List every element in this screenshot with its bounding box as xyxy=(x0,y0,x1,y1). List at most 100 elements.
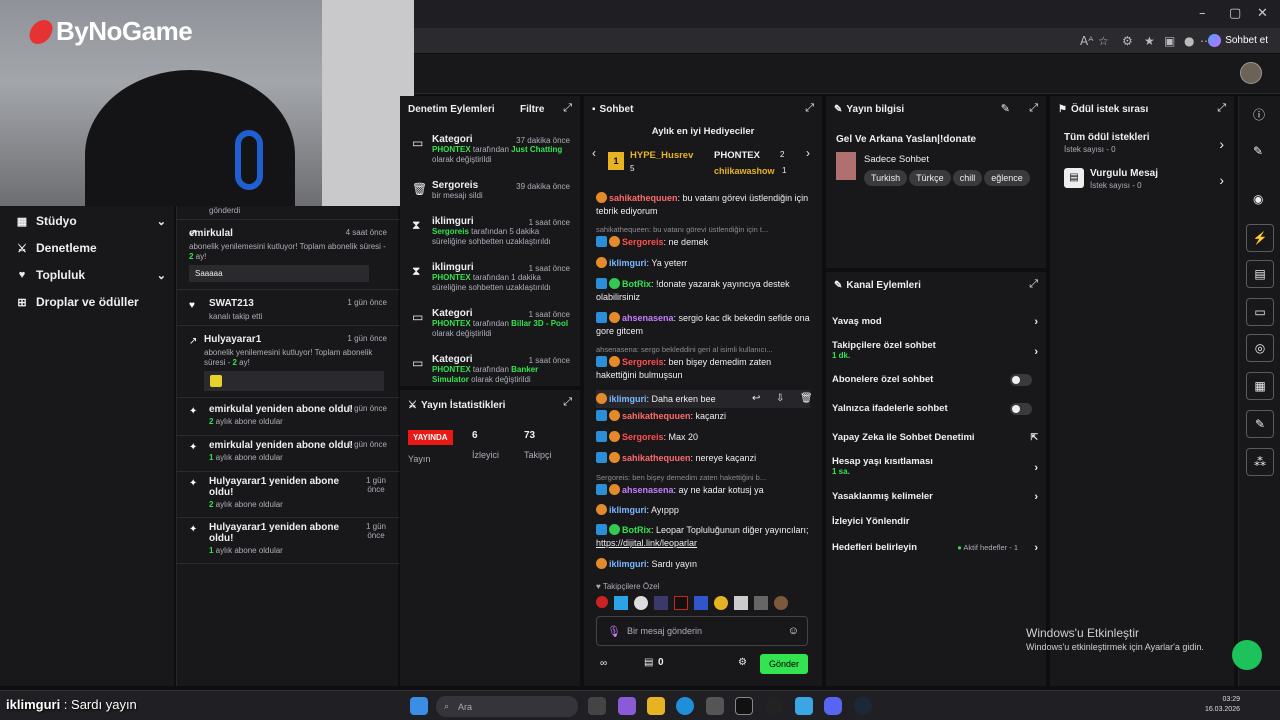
favorite-icon[interactable]: ☆ xyxy=(1098,34,1109,48)
steam-icon[interactable] xyxy=(854,697,872,715)
chat-message[interactable]: Sergoreis: ne demek xyxy=(596,236,810,249)
chat-message[interactable]: ahsenasena: ay ne kadar kotusj ya xyxy=(596,484,810,497)
account-age-item[interactable]: Hesap yaşı kısıtlaması 1 sa. › xyxy=(832,456,1040,476)
taskbar-search[interactable]: ⌕ Ara xyxy=(436,696,578,717)
emote-icon[interactable] xyxy=(654,596,668,610)
sidebar-item-drops[interactable]: ⊞ Droplar ve ödüller xyxy=(16,295,166,309)
infinity-icon[interactable]: ∞ xyxy=(600,658,607,669)
windows-start-icon[interactable] xyxy=(410,697,428,715)
emote-only-toggle[interactable] xyxy=(1010,403,1032,415)
chat-message[interactable]: iklimguri: Ayıppp xyxy=(596,504,810,517)
community-icon[interactable]: ⁂ xyxy=(1246,448,1274,476)
chat-message[interactable]: sahikathequuen: kaçanzi xyxy=(596,410,810,423)
chat-message[interactable]: BotRix: Leopar Topluluğunun diğer yayınc… xyxy=(596,524,810,550)
document-icon[interactable]: ▤ xyxy=(1246,260,1274,288)
delete-icon[interactable]: 🗑 xyxy=(800,390,813,408)
chat-message-hovered[interactable]: iklimguri: Daha erken bee ↩ ⇩ 🗑 xyxy=(596,390,813,408)
chat-message[interactable]: BotRix: !donate yazarak yayıncıya destek… xyxy=(596,278,810,304)
popout-icon[interactable]: ⤢ xyxy=(1217,102,1226,115)
address-bar[interactable]: Aᴬ ☆ ⚙ ★ ▣ ● ⋯ Sohbet et xyxy=(414,28,1280,54)
copilot-button[interactable]: Sohbet et xyxy=(1208,34,1268,47)
tag[interactable]: Turkish xyxy=(864,170,908,186)
goals-item[interactable]: Hedefleri belirleyin ● Aktif hedefler - … xyxy=(832,542,1040,554)
collections-icon[interactable]: ▣ xyxy=(1164,34,1175,48)
close-icon[interactable]: ✕ xyxy=(1257,6,1268,21)
app-icon[interactable] xyxy=(795,697,813,715)
list-item[interactable]: ↗ Hulyayarar1 1 gün önce abonelik yenile… xyxy=(177,328,399,398)
chat-message[interactable]: ahsenasena: sergio kac dk bekedin sefide… xyxy=(596,312,810,338)
followers-only-item[interactable]: Takipçilere özel sohbet 1 dk. › xyxy=(832,340,1040,360)
popout-icon[interactable]: ⤢ xyxy=(563,396,572,409)
tiktok-icon[interactable] xyxy=(735,697,753,715)
list-item[interactable]: ↗ emirkulal 4 saat önce abonelik yenilem… xyxy=(177,222,399,290)
popout-icon[interactable]: ⤢ xyxy=(1029,278,1038,291)
raid-item[interactable]: İzleyici Yönlendir xyxy=(832,516,1040,527)
obs-icon[interactable] xyxy=(765,697,783,715)
sidebar-item-studio[interactable]: ▦ Stüdyo ⌄ xyxy=(16,214,166,228)
profile-icon[interactable]: ● xyxy=(1184,34,1194,48)
list-item[interactable]: ✦ Hulyayarar1 yeniden abone oldu! 1 gün … xyxy=(177,472,399,518)
store-icon[interactable] xyxy=(706,697,724,715)
emote-icon[interactable] xyxy=(754,596,768,610)
file-explorer-icon[interactable] xyxy=(647,697,665,715)
lightning-icon[interactable]: ⚡ xyxy=(1246,224,1274,252)
minimize-icon[interactable]: – xyxy=(1199,6,1206,21)
emote-icon[interactable] xyxy=(596,596,608,608)
chat-icon[interactable]: ▭ xyxy=(1246,298,1274,326)
subscribers-only-toggle[interactable] xyxy=(1010,374,1032,386)
emote-icon[interactable] xyxy=(694,596,708,610)
maximize-icon[interactable]: ▢ xyxy=(1229,6,1241,21)
subscribers-only-item[interactable]: Abonelere özel sohbet xyxy=(832,374,1040,386)
chat-message[interactable]: iklimguri: Sardı yayın xyxy=(596,558,810,571)
settings-icon[interactable]: ⚙ xyxy=(738,657,747,668)
tag[interactable]: chill xyxy=(952,170,983,186)
save-icon[interactable]: ▦ xyxy=(1246,372,1274,400)
chat-message[interactable]: sahikathequuen: nereye kaçanzi xyxy=(596,452,810,465)
slow-mode-item[interactable]: Yavaş mod › xyxy=(832,316,1040,328)
highlight-message-item[interactable]: ▤ Vurgulu Mesaj İstek sayısı - 0 › xyxy=(1064,168,1230,190)
extensions-icon[interactable]: ⚙ xyxy=(1122,34,1133,48)
chat-input[interactable]: 🎙 Bir mesaj gönderin ☺ xyxy=(596,616,808,646)
send-button[interactable]: Gönder xyxy=(760,654,808,674)
list-item[interactable]: ✦ emirkulal yeniden abone oldu! 1 gün ön… xyxy=(177,400,399,436)
chat-message[interactable]: Sergoreis: Max 20 xyxy=(596,431,810,444)
edge-icon[interactable] xyxy=(676,697,694,715)
chat-message[interactable]: iklimguri: Ya yeterr xyxy=(596,257,810,270)
tag[interactable]: Türkçe xyxy=(909,170,951,186)
ai-moderation-item[interactable]: Yapay Zeka ile Sohbet Denetimi ⇱ xyxy=(832,432,1040,443)
emoji-icon[interactable]: ☺ xyxy=(788,625,799,637)
read-aloud-icon[interactable]: Aᴬ xyxy=(1080,34,1093,48)
emote-icon[interactable] xyxy=(714,596,728,610)
copilot-icon[interactable] xyxy=(618,697,636,715)
support-icon[interactable] xyxy=(1232,640,1262,670)
store-icon[interactable]: ▤ xyxy=(644,657,653,668)
banned-words-item[interactable]: Yasaklanmış kelimeler › xyxy=(832,491,1040,503)
wrench-icon[interactable]: ✎ xyxy=(1246,410,1274,438)
clock[interactable]: 03:29 16.03.2026 xyxy=(1205,695,1240,715)
chat-message[interactable]: sahikathequuen: bu vatanı görevi üstlend… xyxy=(596,192,810,218)
filter-button[interactable]: Filtre xyxy=(520,104,544,115)
popout-icon[interactable]: ⤢ xyxy=(805,102,814,115)
emote-icon[interactable] xyxy=(674,596,688,610)
chat-link[interactable]: https://dijital.link/leoparlar xyxy=(596,538,697,548)
chevron-left-icon[interactable]: ‹ xyxy=(592,146,596,160)
chevron-right-icon[interactable]: › xyxy=(806,146,810,160)
list-item[interactable]: ✦ emirkulal yeniden abone oldu! 1 gün ön… xyxy=(177,436,399,472)
reply-icon[interactable]: ↩ xyxy=(752,390,760,408)
emote-icon[interactable] xyxy=(774,596,788,610)
emote-bar[interactable] xyxy=(596,596,810,612)
list-item[interactable]: ♥ SWAT213 1 gün önce kanalı takip etti xyxy=(177,292,399,326)
emote-icon[interactable] xyxy=(634,596,648,610)
emote-only-item[interactable]: Yalnızca ifadelerle sohbet xyxy=(832,403,1040,415)
emote-icon[interactable] xyxy=(734,596,748,610)
list-item[interactable]: ✦ Hulyayarar1 yeniden abone oldu! 1 gün … xyxy=(177,518,399,564)
discord-icon[interactable] xyxy=(824,697,842,715)
edit-icon[interactable]: ✎ xyxy=(1253,144,1263,158)
microphone-icon[interactable]: 🎙 xyxy=(607,625,621,638)
all-rewards-item[interactable]: Tüm ödül istekleri İstek sayısı - 0 › xyxy=(1064,132,1230,154)
edit-icon[interactable]: ✎ xyxy=(1001,102,1010,115)
sidebar-item-moderation[interactable]: ⚔ Denetleme xyxy=(16,241,166,255)
task-view-icon[interactable] xyxy=(588,697,606,715)
info-icon[interactable]: ⓘ xyxy=(1253,106,1265,123)
tag[interactable]: eğlence xyxy=(984,170,1030,186)
